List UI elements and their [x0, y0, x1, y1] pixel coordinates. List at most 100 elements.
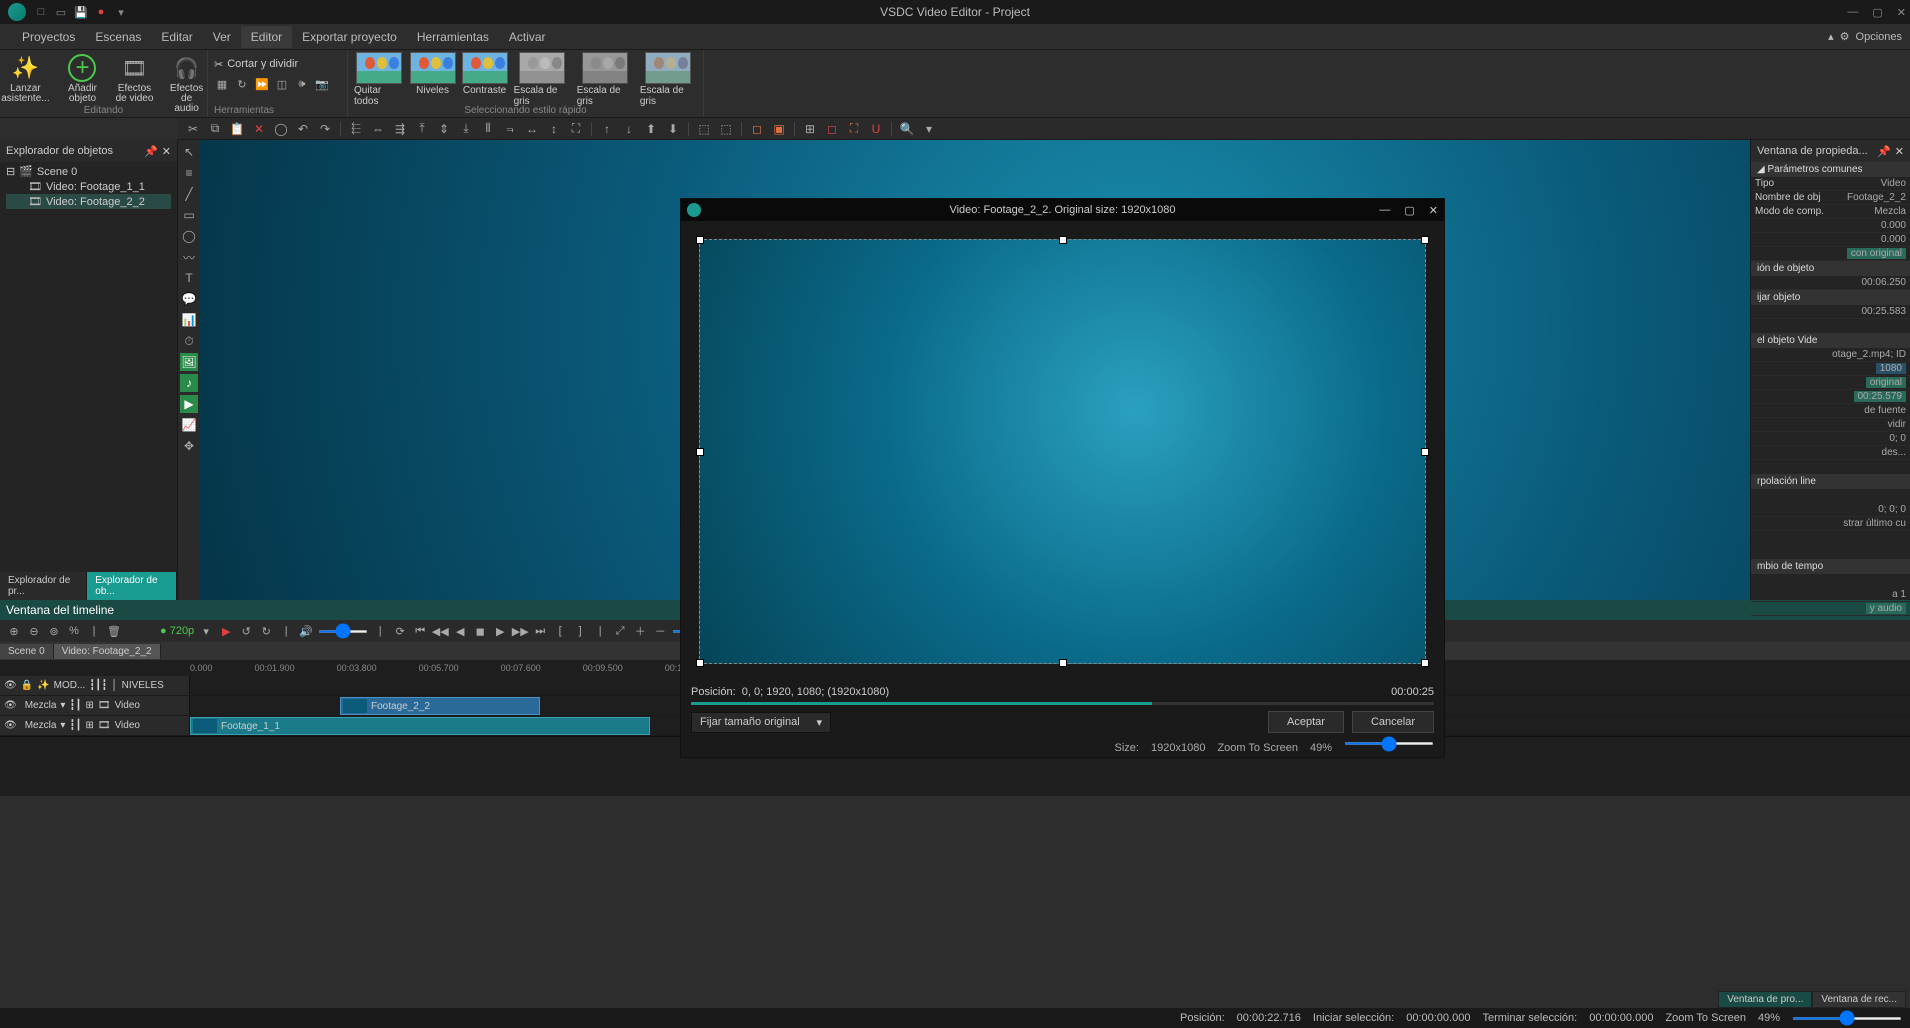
- close-icon[interactable]: ✕: [1897, 6, 1906, 19]
- waveform-icon[interactable]: ┇┃: [69, 700, 81, 711]
- tl-rotate-r-icon[interactable]: ↻: [258, 623, 274, 639]
- pin-icon[interactable]: 📌: [1877, 145, 1891, 158]
- tb-align-left-icon[interactable]: ⬱: [347, 120, 365, 138]
- tl-add-icon[interactable]: ⊕: [6, 623, 22, 639]
- style-levels[interactable]: Niveles: [410, 52, 456, 107]
- tool-crop-icon[interactable]: ▦: [214, 76, 230, 92]
- accept-button[interactable]: Aceptar: [1268, 711, 1344, 733]
- prop-section[interactable]: rpolación line: [1751, 474, 1910, 489]
- tl-fit-icon[interactable]: ⤢: [612, 623, 628, 639]
- tl-del-icon[interactable]: 🗑: [106, 623, 122, 639]
- tb-find-icon[interactable]: ◯: [272, 120, 290, 138]
- tl-dd-icon[interactable]: ▾: [198, 623, 214, 639]
- audio-effects-button[interactable]: 🎧Efectos de audio: [163, 52, 209, 116]
- tb-back-icon[interactable]: ⬇: [664, 120, 682, 138]
- tb-delete-icon[interactable]: ✕: [250, 120, 268, 138]
- menu-escenas[interactable]: Escenas: [85, 26, 151, 48]
- style-grayscale-3[interactable]: Escala de gris: [640, 52, 697, 107]
- prop-section[interactable]: el objeto Vide: [1751, 333, 1910, 348]
- tl-rotate-l-icon[interactable]: ↺: [238, 623, 254, 639]
- tb-align-h-icon[interactable]: ⇔: [369, 120, 387, 138]
- maximize-icon[interactable]: ▢: [1872, 6, 1882, 19]
- collapse-icon[interactable]: ⊟: [6, 165, 15, 178]
- qat-open-icon[interactable]: ▭: [54, 5, 68, 19]
- tree-item-video1[interactable]: 🎞 Video: Footage_1_1: [6, 179, 171, 194]
- menu-proyectos[interactable]: Proyectos: [12, 26, 85, 48]
- panel-close-icon[interactable]: ✕: [162, 145, 171, 158]
- tl-prev-start-icon[interactable]: ⏮: [412, 623, 428, 639]
- crumb-video[interactable]: Video: Footage_2_2: [54, 644, 161, 659]
- prop-section-common[interactable]: ◢ Parámetros comunes: [1751, 162, 1910, 177]
- eye-icon[interactable]: 👁: [4, 720, 17, 731]
- resize-handle-sw[interactable]: [696, 659, 704, 667]
- tb-dist-v-icon[interactable]: ⫬: [501, 120, 519, 138]
- vt-image-icon[interactable]: 🖼: [180, 353, 198, 371]
- tl-remove-icon[interactable]: ⊖: [26, 623, 42, 639]
- prop-section[interactable]: mbio de tempo: [1751, 559, 1910, 574]
- tool-rotate-icon[interactable]: ↻: [234, 76, 250, 92]
- vt-free-icon[interactable]: 〰: [180, 248, 198, 266]
- volume-slider[interactable]: [318, 630, 368, 633]
- tl-prev-icon[interactable]: ◀◀: [432, 623, 448, 639]
- tool-stabilize-icon[interactable]: 📷: [314, 76, 330, 92]
- minimize-icon[interactable]: —: [1847, 6, 1858, 19]
- tl-stop-icon[interactable]: ◼: [472, 623, 488, 639]
- status-zoom-slider[interactable]: [1792, 1017, 1902, 1020]
- tl-play-icon[interactable]: ▶: [218, 623, 234, 639]
- clip-footage-2[interactable]: Footage_2_2: [340, 697, 540, 715]
- dialog-close-icon[interactable]: ✕: [1429, 204, 1438, 217]
- resize-handle-nw[interactable]: [696, 236, 704, 244]
- tree-item-video2[interactable]: 🎞 Video: Footage_2_2: [6, 194, 171, 209]
- qat-save-icon[interactable]: 💾: [74, 5, 88, 19]
- menu-editar[interactable]: Editar: [151, 26, 202, 48]
- prop-section[interactable]: ión de objeto: [1751, 261, 1910, 276]
- clip-footage-1[interactable]: Footage_1_1: [190, 717, 650, 735]
- tb-align-top-icon[interactable]: ⤒: [413, 120, 431, 138]
- prop-section[interactable]: ijar objeto: [1751, 290, 1910, 305]
- cancel-button[interactable]: Cancelar: [1352, 711, 1434, 733]
- tl-mark-out-icon[interactable]: ]: [572, 623, 588, 639]
- resize-handle-s[interactable]: [1059, 659, 1067, 667]
- tb-grid-icon[interactable]: ⊞: [801, 120, 819, 138]
- style-remove-all[interactable]: Quitar todos: [354, 52, 404, 107]
- tb-undo-icon[interactable]: ↶: [294, 120, 312, 138]
- tl-play2-icon[interactable]: ▶: [492, 623, 508, 639]
- menu-ver[interactable]: Ver: [203, 26, 241, 48]
- vt-rows-icon[interactable]: ≡: [180, 164, 198, 182]
- resize-handle-se[interactable]: [1421, 659, 1429, 667]
- tb-down-icon[interactable]: ↓: [620, 120, 638, 138]
- tl-zoom-in-icon[interactable]: ＋: [632, 623, 648, 639]
- vt-counter-icon[interactable]: ⏱: [180, 332, 198, 350]
- waveform-icon[interactable]: ┇┃: [69, 720, 81, 731]
- panel-close-icon[interactable]: ✕: [1895, 145, 1904, 158]
- tool-volume-icon[interactable]: 🕪: [294, 76, 310, 92]
- tb-align-bottom-icon[interactable]: ⤓: [457, 120, 475, 138]
- tb-redo-icon[interactable]: ↷: [316, 120, 334, 138]
- tb-cut-icon[interactable]: ✂: [184, 120, 202, 138]
- dialog-progress[interactable]: [691, 702, 1434, 705]
- tl-refresh-icon[interactable]: ⟳: [392, 623, 408, 639]
- tb-same-h-icon[interactable]: ↕: [545, 120, 563, 138]
- vt-chart2-icon[interactable]: 📈: [180, 416, 198, 434]
- tb-align-right-icon[interactable]: ⇶: [391, 120, 409, 138]
- resize-handle-w[interactable]: [696, 448, 704, 456]
- style-contrast[interactable]: Contraste: [462, 52, 508, 107]
- waveform-icon[interactable]: ┇┃┇: [89, 680, 107, 691]
- fx-icon[interactable]: ⊞: [85, 720, 93, 731]
- vt-rect-icon[interactable]: ▭: [180, 206, 198, 224]
- pin-icon[interactable]: 📌: [144, 145, 158, 158]
- bottom-tab-properties[interactable]: Ventana de pro...: [1718, 991, 1812, 1008]
- tb-u-icon[interactable]: U: [867, 120, 885, 138]
- resolution-dropdown[interactable]: ● 720p: [160, 625, 194, 637]
- vt-video-icon[interactable]: ▶: [180, 395, 198, 413]
- tl-pct-icon[interactable]: %: [66, 623, 82, 639]
- wizard-button[interactable]: ✨Lanzar asistente...: [0, 52, 53, 116]
- dialog-maximize-icon[interactable]: ▢: [1404, 204, 1414, 217]
- vt-ellipse-icon[interactable]: ◯: [180, 227, 198, 245]
- lock-icon[interactable]: 🔒: [21, 680, 33, 691]
- tb-up-icon[interactable]: ↑: [598, 120, 616, 138]
- tb-group-icon[interactable]: ⬚: [695, 120, 713, 138]
- cut-split-button[interactable]: ✂ Cortar y dividir: [214, 54, 298, 74]
- tb-dist-h-icon[interactable]: ⫴: [479, 120, 497, 138]
- tab-project-explorer[interactable]: Explorador de pr...: [0, 572, 87, 600]
